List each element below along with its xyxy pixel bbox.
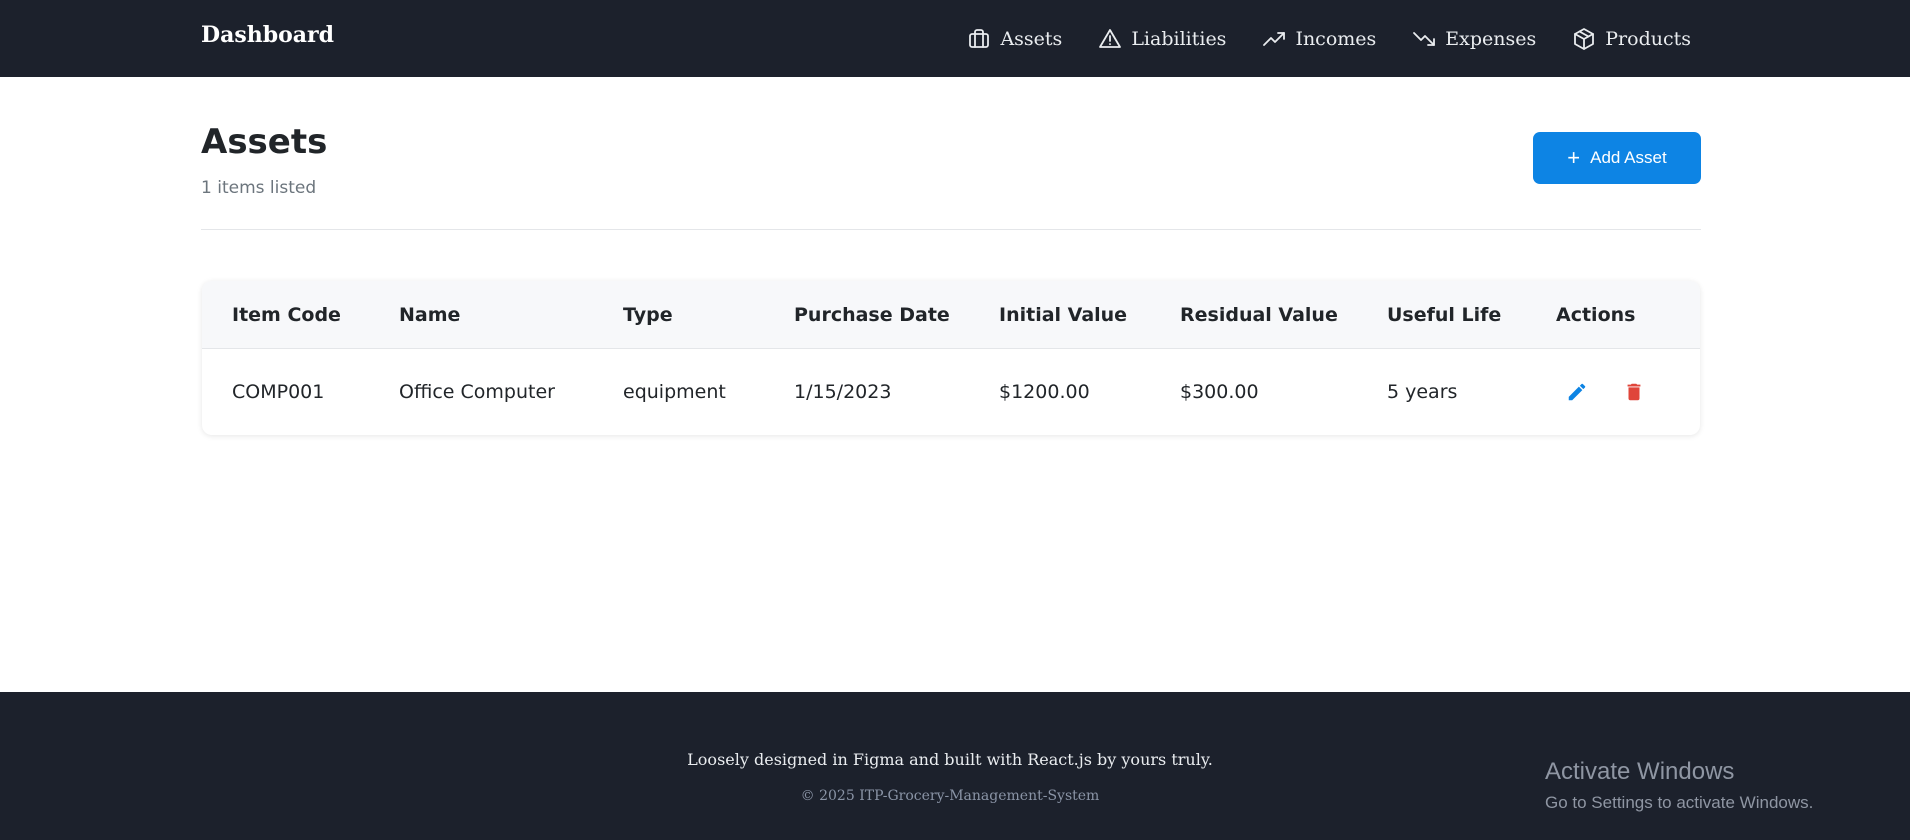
box-icon	[1574, 27, 1595, 50]
nav-link-liabilities[interactable]: Liabilities	[1098, 27, 1226, 51]
cell-residual-value: $300.00	[1180, 381, 1259, 403]
column-header-purchase-date: Purchase Date	[794, 304, 950, 326]
column-header-residual-value: Residual Value	[1180, 304, 1338, 326]
nav-link-expenses[interactable]: Expenses	[1412, 27, 1536, 51]
cell-item-code: COMP001	[232, 381, 325, 403]
top-navbar: Dashboard Assets Liabilities Incomes Exp…	[0, 0, 1910, 77]
header-divider	[201, 229, 1701, 230]
cell-initial-value: $1200.00	[999, 381, 1090, 403]
briefcase-icon	[969, 28, 990, 48]
nav-link-label: Incomes	[1295, 27, 1377, 50]
plus-icon: +	[1567, 145, 1581, 170]
nav-link-label: Assets	[1000, 27, 1063, 50]
column-header-useful-life: Useful Life	[1387, 304, 1502, 326]
column-header-type: Type	[623, 304, 673, 326]
items-count-text: 1 items listed	[201, 178, 317, 198]
delete-button[interactable]	[1619, 377, 1649, 407]
trending-down-icon	[1413, 31, 1436, 46]
cell-type: equipment	[623, 381, 726, 403]
nav-link-label: Products	[1605, 27, 1691, 50]
nav-links: Assets Liabilities Incomes Expenses Prod…	[931, 0, 1691, 77]
nav-link-products[interactable]: Products	[1572, 27, 1691, 51]
assets-table: Item Code Name Type Purchase Date Initia…	[202, 281, 1700, 435]
cell-name: Office Computer	[399, 381, 555, 403]
nav-link-incomes[interactable]: Incomes	[1262, 27, 1376, 51]
edit-button[interactable]	[1562, 377, 1592, 407]
nav-link-label: Liabilities	[1131, 27, 1227, 50]
brand-link[interactable]: Dashboard	[201, 20, 334, 50]
column-header-initial-value: Initial Value	[999, 304, 1128, 326]
cell-useful-life: 5 years	[1387, 381, 1458, 403]
column-header-item-code: Item Code	[232, 304, 341, 326]
warning-triangle-icon	[1099, 28, 1122, 48]
activate-windows-title: Activate Windows	[1545, 758, 1735, 785]
column-header-actions: Actions	[1556, 304, 1636, 326]
pencil-icon	[1568, 383, 1586, 401]
nav-link-label: Expenses	[1445, 27, 1537, 50]
trash-icon	[1627, 383, 1641, 401]
table-header-row: Item Code Name Type Purchase Date Initia…	[202, 281, 1700, 349]
activate-windows-subtitle: Go to Settings to activate Windows.	[1545, 793, 1814, 812]
nav-link-assets[interactable]: Assets	[967, 27, 1062, 51]
add-asset-label: Add Asset	[1590, 148, 1667, 167]
column-header-name: Name	[399, 304, 461, 326]
cell-purchase-date: 1/15/2023	[794, 381, 892, 403]
page-title: Assets	[201, 122, 328, 162]
add-asset-button[interactable]: + Add Asset	[1533, 132, 1701, 184]
trending-up-icon	[1263, 31, 1286, 46]
